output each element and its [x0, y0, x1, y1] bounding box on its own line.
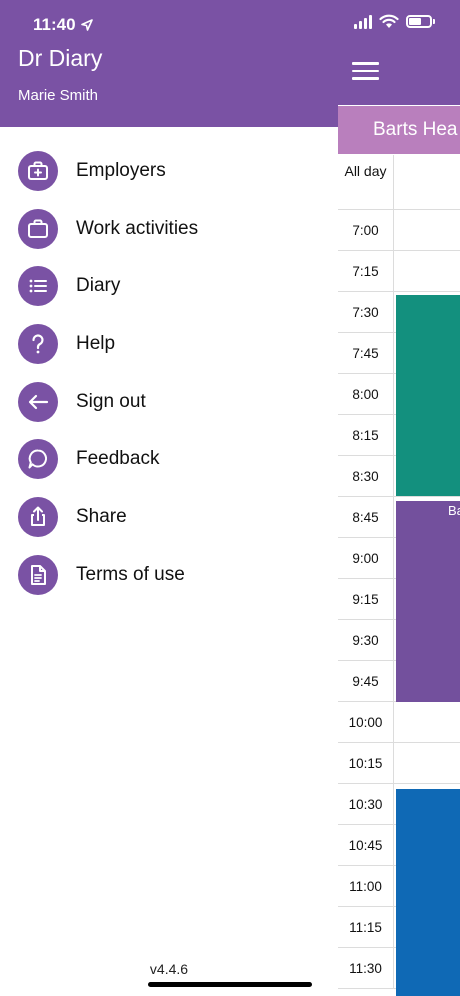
event-label: Ba: [448, 503, 460, 518]
briefcase-icon: [18, 208, 58, 249]
menu-item-employers[interactable]: Employers: [0, 142, 338, 200]
menu-item-label: Terms of use: [76, 563, 185, 585]
menu-item-share[interactable]: Share: [0, 488, 338, 546]
time-slot-row[interactable]: 10:00: [338, 702, 460, 743]
chat-bubble-icon: [18, 439, 58, 480]
time-slot-label: 9:15: [338, 579, 394, 619]
time-slot-label: 10:00: [338, 702, 394, 742]
menu-item-help[interactable]: Help: [0, 315, 338, 373]
list-icon: [18, 266, 58, 307]
time-slot-label: 10:15: [338, 743, 394, 783]
calendar-event[interactable]: Ba: [396, 501, 460, 702]
app-version: v4.4.6: [149, 961, 189, 977]
time-slot-cell[interactable]: [394, 743, 460, 783]
time-slot-label: 7:30: [338, 292, 394, 332]
home-indicator: [148, 982, 312, 987]
time-slot-label: 11:30: [338, 948, 394, 988]
arrow-left-icon: [18, 381, 58, 422]
all-day-cell[interactable]: [394, 155, 460, 209]
calendar-event[interactable]: [396, 789, 460, 996]
time-slot-row[interactable]: 7:15: [338, 251, 460, 292]
menu-item-label: Work activities: [76, 217, 199, 239]
time-slot-label: 10:45: [338, 825, 394, 865]
user-name: Marie Smith: [18, 87, 99, 104]
location-arrow-icon: [80, 19, 93, 31]
calendar-view: Barts Hea All day 7:00 7:15 7:30 7:45 8:00 8:…: [338, 0, 460, 996]
clock: 11:40: [33, 15, 76, 34]
menu-item-label: Employers: [76, 159, 166, 181]
menu-item-diary[interactable]: Diary: [0, 257, 338, 315]
all-day-label: All day: [338, 155, 394, 209]
time-slot-label: 9:30: [338, 620, 394, 660]
calendar-event[interactable]: [396, 295, 460, 496]
time-slot-label: 8:45: [338, 497, 394, 537]
cellular-signal-icon: [354, 14, 372, 29]
menu-item-work-activities[interactable]: Work activities: [0, 200, 338, 258]
menu-item-label: Feedback: [76, 448, 160, 470]
drawer-header: 11:40 Dr Diary Marie Smith: [0, 0, 338, 127]
share-icon: [18, 496, 58, 537]
menu-item-label: Diary: [76, 275, 121, 297]
briefcase-plus-icon: [18, 150, 58, 191]
wifi-icon: [379, 14, 399, 28]
document-icon: [18, 554, 58, 595]
menu-item-sign-out[interactable]: Sign out: [0, 373, 338, 431]
time-slot-row[interactable]: 7:00: [338, 210, 460, 251]
status-icons: [354, 14, 435, 29]
navigation-drawer: 11:40 Dr Diary Marie Smith Employers Wor…: [0, 0, 338, 996]
time-slot-label: 10:30: [338, 784, 394, 824]
menu-item-terms-of-use[interactable]: Terms of use: [0, 546, 338, 604]
all-day-row[interactable]: All day: [338, 155, 460, 210]
time-slot-label: 11:00: [338, 866, 394, 906]
menu-toggle-button[interactable]: [352, 62, 379, 80]
time-slot-label: 7:15: [338, 251, 394, 291]
question-icon: [18, 323, 58, 364]
time-slot-cell[interactable]: [394, 251, 460, 291]
time-slot-label: 9:45: [338, 661, 394, 701]
menu-item-label: Help: [76, 332, 116, 354]
time-slot-label: 11:15: [338, 907, 394, 947]
time-slot-cell[interactable]: [394, 210, 460, 250]
time-slot-label: 7:00: [338, 210, 394, 250]
menu-item-label: Share: [76, 505, 127, 527]
time-slot-label: 8:30: [338, 456, 394, 496]
time-slot-cell[interactable]: [394, 702, 460, 742]
status-time: 11:40: [33, 15, 93, 35]
time-slot-label: 9:00: [338, 538, 394, 578]
app-title: Dr Diary: [18, 45, 103, 71]
menu-item-label: Sign out: [76, 390, 146, 412]
menu-item-feedback[interactable]: Feedback: [0, 430, 338, 488]
time-slot-label: 8:00: [338, 374, 394, 414]
employer-tab[interactable]: Barts Hea: [338, 106, 460, 154]
battery-icon: [406, 15, 435, 28]
calendar-header: [338, 0, 460, 105]
time-slot-label: 7:45: [338, 333, 394, 373]
time-slot-row[interactable]: 10:15: [338, 743, 460, 784]
drawer-menu: Employers Work activities Diary Help Sig…: [0, 142, 338, 604]
time-slot-label: 8:15: [338, 415, 394, 455]
